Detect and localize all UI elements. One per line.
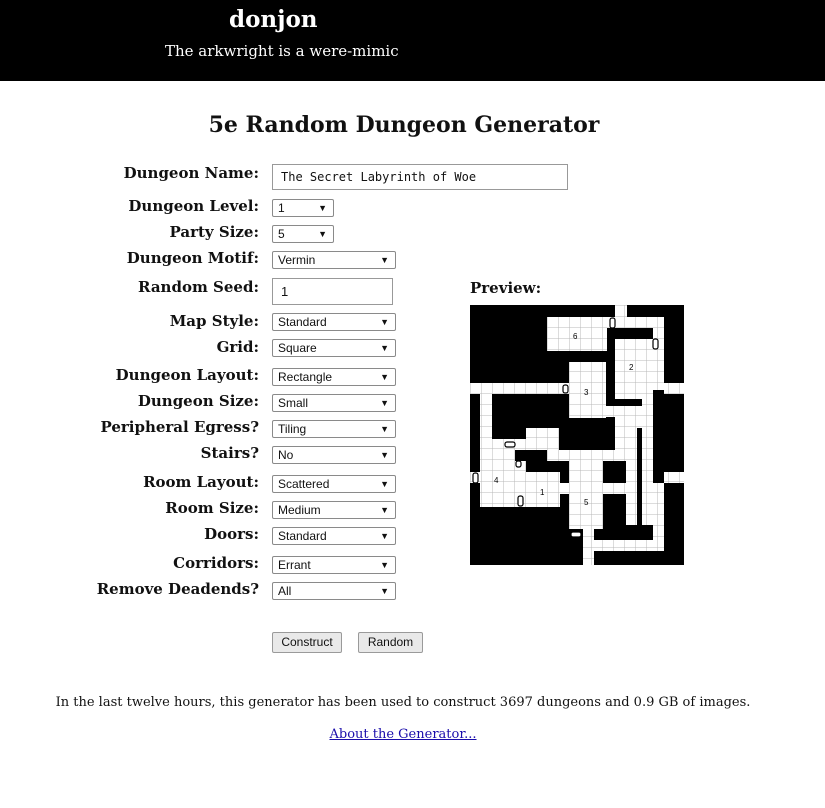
site-title[interactable]: donjon xyxy=(229,6,318,33)
construct-button[interactable]: Construct xyxy=(272,632,342,653)
chevron-down-icon: ▼ xyxy=(318,203,327,213)
room-number-6: 6 xyxy=(573,332,578,341)
dungeon-name-input[interactable]: The Secret Labyrinth of Woe xyxy=(272,164,568,190)
chevron-down-icon: ▼ xyxy=(380,255,389,265)
dungeon-layout-value: Rectangle xyxy=(278,370,333,384)
dungeon-level-select[interactable]: 1 ▼ xyxy=(272,199,334,217)
chevron-down-icon: ▼ xyxy=(380,398,389,408)
room-number-4: 4 xyxy=(494,476,499,485)
map-style-select[interactable]: Standard ▼ xyxy=(272,313,396,331)
dungeon-size-select[interactable]: Small ▼ xyxy=(272,394,396,412)
site-tagline: The arkwright is a were-mimic xyxy=(165,42,399,60)
room-number-2: 2 xyxy=(629,363,634,372)
corridors-value: Errant xyxy=(278,558,311,572)
random-seed-label: Random Seed: xyxy=(138,278,259,296)
dungeon-level-value: 1 xyxy=(278,201,285,215)
chevron-down-icon: ▼ xyxy=(380,450,389,460)
dungeon-name-value: The Secret Labyrinth of Woe xyxy=(281,170,477,184)
dungeon-size-label: Dungeon Size: xyxy=(137,392,259,410)
dungeon-layout-select[interactable]: Rectangle ▼ xyxy=(272,368,396,386)
random-seed-input[interactable]: 1 xyxy=(272,278,393,305)
grid-select[interactable]: Square ▼ xyxy=(272,339,396,357)
doors-select[interactable]: Standard ▼ xyxy=(272,527,396,545)
chevron-down-icon: ▼ xyxy=(380,424,389,434)
room-number-1: 1 xyxy=(540,488,545,497)
chevron-down-icon: ▼ xyxy=(380,343,389,353)
chevron-down-icon: ▼ xyxy=(318,229,327,239)
room-layout-select[interactable]: Scattered ▼ xyxy=(272,475,396,493)
stairs-value: No xyxy=(278,448,294,462)
room-layout-value: Scattered xyxy=(278,477,330,491)
party-size-label: Party Size: xyxy=(169,223,260,241)
remove-deadends-label: Remove Deadends? xyxy=(96,580,259,598)
chevron-down-icon: ▼ xyxy=(380,531,389,541)
room-size-value: Medium xyxy=(278,503,321,517)
corridors-label: Corridors: xyxy=(173,554,259,572)
dungeon-motif-select[interactable]: Vermin ▼ xyxy=(272,251,396,269)
party-size-value: 5 xyxy=(278,227,285,241)
dungeon-map-image: 6 2 3 4 1 5 xyxy=(470,305,684,565)
usage-stats: In the last twelve hours, this generator… xyxy=(55,695,751,710)
room-number-3: 3 xyxy=(584,388,589,397)
chevron-down-icon: ▼ xyxy=(380,560,389,570)
random-seed-value: 1 xyxy=(281,284,289,299)
chevron-down-icon: ▼ xyxy=(380,372,389,382)
remove-deadends-value: All xyxy=(278,584,292,598)
peripheral-egress-label: Peripheral Egress? xyxy=(100,418,259,436)
grid-label: Grid: xyxy=(216,338,259,356)
site-header: donjon The arkwright is a were-mimic xyxy=(0,0,825,81)
random-button[interactable]: Random xyxy=(358,632,423,653)
room-size-label: Room Size: xyxy=(165,499,259,517)
dungeon-layout-label: Dungeon Layout: xyxy=(115,366,259,384)
chevron-down-icon: ▼ xyxy=(380,505,389,515)
peripheral-egress-value: Tiling xyxy=(278,422,307,436)
dungeon-map-preview: 6 2 3 4 1 5 xyxy=(470,305,684,565)
peripheral-egress-select[interactable]: Tiling ▼ xyxy=(272,420,396,438)
page-title: 5e Random Dungeon Generator xyxy=(208,112,600,138)
party-size-select[interactable]: 5 ▼ xyxy=(272,225,334,243)
chevron-down-icon: ▼ xyxy=(380,586,389,596)
remove-deadends-select[interactable]: All ▼ xyxy=(272,582,396,600)
dungeon-level-label: Dungeon Level: xyxy=(128,197,259,215)
doors-value: Standard xyxy=(278,529,327,543)
about-generator-link[interactable]: About the Generator... xyxy=(0,727,806,742)
dungeon-name-label: Dungeon Name: xyxy=(123,164,259,182)
chevron-down-icon: ▼ xyxy=(380,317,389,327)
dungeon-motif-label: Dungeon Motif: xyxy=(126,249,259,267)
stairs-label: Stairs? xyxy=(200,444,259,462)
dungeon-motif-value: Vermin xyxy=(278,253,316,267)
room-layout-label: Room Layout: xyxy=(143,473,259,491)
corridors-select[interactable]: Errant ▼ xyxy=(272,556,396,574)
dungeon-size-value: Small xyxy=(278,396,309,410)
room-number-5: 5 xyxy=(584,498,589,507)
map-style-label: Map Style: xyxy=(169,312,259,330)
map-style-value: Standard xyxy=(278,315,327,329)
grid-value: Square xyxy=(278,341,317,355)
preview-label: Preview: xyxy=(470,279,542,297)
stairs-select[interactable]: No ▼ xyxy=(272,446,396,464)
chevron-down-icon: ▼ xyxy=(380,479,389,489)
room-size-select[interactable]: Medium ▼ xyxy=(272,501,396,519)
doors-label: Doors: xyxy=(204,525,259,543)
